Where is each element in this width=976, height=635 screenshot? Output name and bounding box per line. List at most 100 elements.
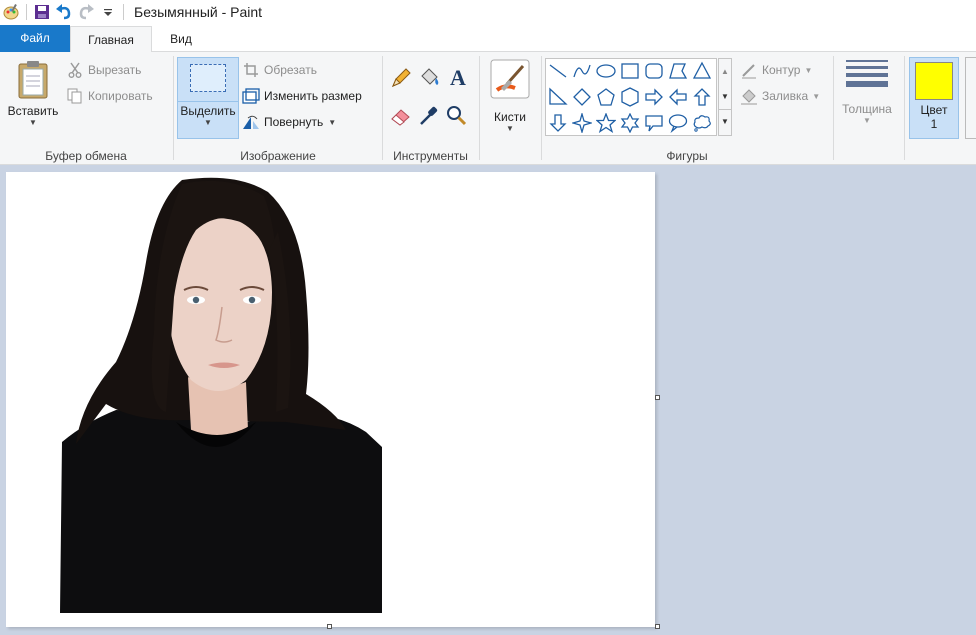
diamond-shape-icon[interactable] xyxy=(570,85,594,109)
eraser-icon[interactable] xyxy=(389,104,415,130)
triangle-shape-icon[interactable] xyxy=(690,59,714,83)
line-thickness-icon xyxy=(846,60,888,87)
outline-label: Контур xyxy=(762,63,801,77)
brush-icon xyxy=(489,58,531,100)
magnifier-icon[interactable] xyxy=(445,104,471,130)
cut-button[interactable]: Вырезать xyxy=(66,59,141,81)
save-icon[interactable] xyxy=(31,1,53,23)
six-point-star-shape-icon[interactable] xyxy=(618,111,642,135)
chevron-down-icon: ▼ xyxy=(328,117,337,127)
tab-view[interactable]: Вид xyxy=(152,26,210,53)
curve-shape-icon[interactable] xyxy=(570,59,594,83)
cut-label: Вырезать xyxy=(88,63,142,77)
brushes-group: Кисти ▼ xyxy=(480,52,540,165)
canvas-resize-handle-bottom[interactable] xyxy=(327,624,332,629)
rotate-icon xyxy=(242,113,260,131)
oval-callout-shape-icon[interactable] xyxy=(666,111,690,135)
size-label: Толщина xyxy=(842,102,892,116)
scissors-icon xyxy=(66,61,84,79)
fill-shape-button[interactable]: Заливка ▼ xyxy=(740,85,820,107)
color-picker-icon[interactable] xyxy=(417,104,443,130)
canvas-resize-handle-corner[interactable] xyxy=(655,624,660,629)
copy-button[interactable]: Копировать xyxy=(66,85,153,107)
chevron-down-icon: ▼ xyxy=(29,118,37,127)
down-arrow-shape-icon[interactable] xyxy=(546,111,570,135)
canvas-resize-handle-right[interactable] xyxy=(655,395,660,400)
shapes-scrollbar[interactable]: ▲ ▼ ▼ xyxy=(718,58,732,136)
line-shape-icon[interactable] xyxy=(546,59,570,83)
paste-label: Вставить xyxy=(7,104,59,118)
chevron-down-icon: ▼ xyxy=(863,116,871,125)
right-arrow-shape-icon[interactable] xyxy=(642,85,666,109)
fill-label: Заливка xyxy=(762,89,809,103)
four-point-star-shape-icon[interactable] xyxy=(570,111,594,135)
window-title: Безымянный - Paint xyxy=(134,4,263,20)
outline-button[interactable]: Контур ▼ xyxy=(740,59,812,81)
rectangle-shape-icon[interactable] xyxy=(618,59,642,83)
five-point-star-shape-icon[interactable] xyxy=(594,111,618,135)
fill-bucket-icon xyxy=(740,87,758,105)
canvas-workspace xyxy=(0,166,976,635)
chevron-down-icon: ▼ xyxy=(812,91,821,101)
redo-icon[interactable] xyxy=(75,1,97,23)
rotate-button[interactable]: Повернуть ▼ xyxy=(242,111,336,133)
resize-button[interactable]: Изменить размер xyxy=(242,85,362,107)
paste-button[interactable]: Вставить ▼ xyxy=(4,58,62,138)
pencil-icon[interactable] xyxy=(389,66,415,92)
shapes-group-label: Фигуры xyxy=(666,149,708,163)
group-separator xyxy=(833,56,834,160)
brushes-button[interactable]: Кисти ▼ xyxy=(484,58,536,138)
customize-dropdown-icon[interactable] xyxy=(97,1,119,23)
chevron-down-icon: ▼ xyxy=(804,65,813,75)
left-arrow-shape-icon[interactable] xyxy=(666,85,690,109)
ribbon: Вставить ▼ Вырезать Копировать Буфер обм… xyxy=(0,52,976,165)
color1-label: Цвет xyxy=(920,103,948,117)
polygon-shape-icon[interactable] xyxy=(666,59,690,83)
clipboard-icon xyxy=(16,60,50,100)
cloud-callout-shape-icon[interactable] xyxy=(690,111,714,135)
tab-home[interactable]: Главная xyxy=(70,26,152,54)
scroll-down-icon[interactable]: ▼ xyxy=(719,85,731,109)
portrait-image xyxy=(60,177,382,613)
shapes-gallery xyxy=(545,58,717,136)
rounded-rectangle-shape-icon[interactable] xyxy=(642,59,666,83)
group-separator xyxy=(904,56,905,160)
color1-number: 1 xyxy=(930,117,938,131)
tools-group: A Инструменты xyxy=(383,52,478,165)
copy-icon xyxy=(66,87,84,105)
clipboard-group-label: Буфер обмена xyxy=(45,149,127,163)
separator xyxy=(123,4,124,20)
size-button[interactable]: Толщина ▼ xyxy=(836,58,898,138)
group-separator xyxy=(541,56,542,160)
title-bar: Безымянный - Paint xyxy=(0,0,976,24)
tab-file[interactable]: Файл xyxy=(0,25,70,52)
expand-gallery-icon[interactable]: ▼ xyxy=(719,109,731,133)
rotate-label: Повернуть xyxy=(264,115,324,129)
pentagon-shape-icon[interactable] xyxy=(594,85,618,109)
copy-label: Копировать xyxy=(88,89,153,103)
tools-group-label: Инструменты xyxy=(393,149,468,163)
hexagon-shape-icon[interactable] xyxy=(618,85,642,109)
select-button[interactable]: Выделить ▼ xyxy=(177,57,239,139)
oval-shape-icon[interactable] xyxy=(594,59,618,83)
fill-icon[interactable] xyxy=(417,66,443,92)
drawing-canvas[interactable] xyxy=(6,172,655,627)
paint-app-icon[interactable] xyxy=(0,1,22,23)
chevron-down-icon: ▼ xyxy=(506,124,514,133)
crop-label: Обрезать xyxy=(264,63,317,77)
select-label: Выделить xyxy=(180,104,236,118)
image-group-label: Изображение xyxy=(240,149,316,163)
right-triangle-shape-icon[interactable] xyxy=(546,85,570,109)
ribbon-tabs: Файл Главная Вид xyxy=(0,24,976,54)
text-icon[interactable]: A xyxy=(445,66,471,92)
crop-button[interactable]: Обрезать xyxy=(242,59,317,81)
rect-callout-shape-icon[interactable] xyxy=(642,111,666,135)
color1-button[interactable]: Цвет 1 xyxy=(909,57,959,139)
chevron-down-icon: ▼ xyxy=(204,118,212,127)
scroll-up-icon[interactable]: ▲ xyxy=(719,59,731,85)
resize-icon xyxy=(242,87,260,105)
up-arrow-shape-icon[interactable] xyxy=(690,85,714,109)
color2-button[interactable] xyxy=(965,57,976,139)
undo-icon[interactable] xyxy=(53,1,75,23)
clipboard-group: Вставить ▼ Вырезать Копировать Буфер обм… xyxy=(0,52,172,165)
